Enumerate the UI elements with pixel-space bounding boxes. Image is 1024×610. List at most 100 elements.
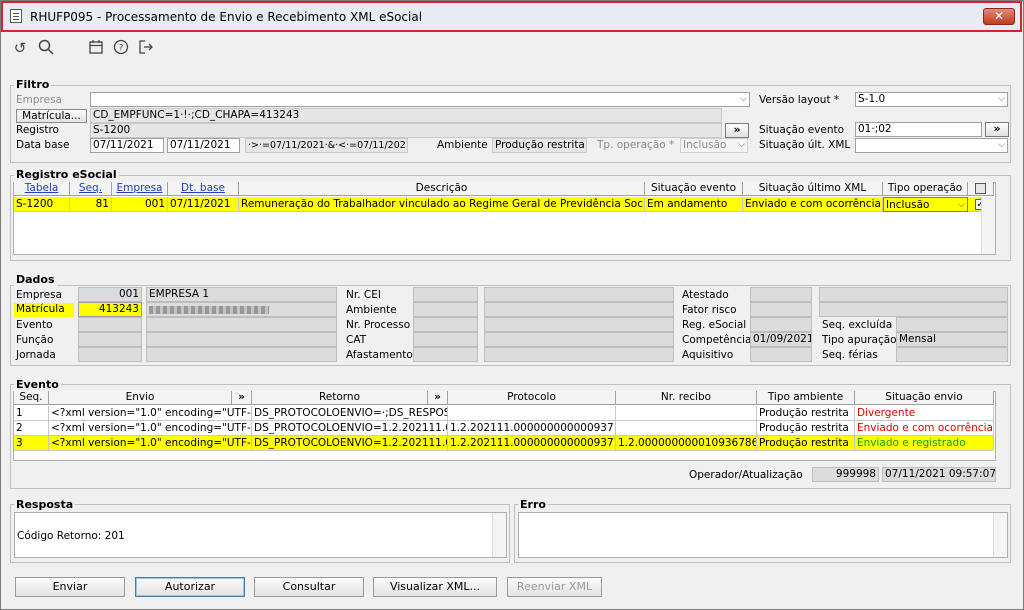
exit-icon[interactable] [137,39,155,57]
matricula-button[interactable]: Matrícula... [16,109,87,123]
row-tipo-operacao-select[interactable]: Inclusão ⌵ [883,197,968,212]
ev-row2-situacao: Enviado e com ocorrência [855,421,994,436]
row-seq: 81 [70,197,112,212]
ev-row2-envio[interactable]: <?xml version="1.0" encoding="UTF-8"?> [49,421,252,436]
chevron-down-icon: ⌵ [958,200,965,210]
ev-row3-protocolo: 1.2.202111.00000000000093712907 [448,436,616,451]
row-empresa: 001 [112,197,168,212]
col-situacao-evento[interactable]: Situação evento [645,182,743,196]
operador-field: 999998 [812,467,879,482]
erro-textarea[interactable] [518,512,1008,558]
document-icon [10,9,22,23]
window-title: RHUFP095 - Processamento de Envio e Rece… [30,10,423,24]
tipo-apuracao-field: Mensal [896,332,1008,347]
ev-row2-retorno[interactable]: DS_PROTOCOLOENVIO=1.2.202111.000 [252,421,448,436]
tp-operacao-select[interactable]: Inclusão ⌵ [680,138,748,153]
dados-funcao-desc [146,332,337,347]
ev-col-retorno[interactable]: Retorno [252,391,428,405]
cat-label: CAT [346,334,367,346]
ev-col-seq[interactable]: Seq. [14,391,49,405]
ev-retorno-expand-button[interactable]: » [428,391,448,405]
ambiente-label: Ambiente [437,139,488,151]
consultar-button[interactable]: Consultar [254,577,364,597]
reenviar-xml-button[interactable]: Reenviar XML [507,577,602,597]
col-seq[interactable]: Seq. [70,182,112,196]
resposta-text: Código Retorno: 201 [17,530,125,542]
col-tabela[interactable]: Tabela [14,182,70,196]
registro-label: Registro [16,124,59,136]
registro-scrollbar[interactable] [981,197,995,254]
erro-scrollbar[interactable] [993,513,1007,557]
ev-row3-situacao: Enviado e registrado [855,436,994,451]
competencia-label: Competência [682,334,752,346]
ev-row3-envio[interactable]: <?xml version="1.0" encoding="UTF-8"?> [49,436,252,451]
redacted-name-blur [149,306,269,314]
chevron-down-icon: ⌵ [998,94,1005,104]
evento-title: Evento [14,378,61,391]
ev-col-situacao[interactable]: Situação envio [855,391,994,405]
calendar-icon[interactable] [87,39,105,57]
visualizar-xml-button[interactable]: Visualizar XML... [373,577,497,597]
row-tabela: S-1200 [14,197,70,212]
ev-row1-protocolo [448,406,616,421]
chevron-down-icon: ⌵ [738,140,745,150]
empresa-select[interactable]: ⌵ [90,92,750,107]
resposta-title: Resposta [14,498,76,511]
col-tipo-operacao[interactable]: Tipo operação [883,182,968,196]
ev-row2-protocolo: 1.2.202111.00000000000093710770 [448,421,616,436]
nr-processo-desc [484,317,674,332]
ev-row1-envio[interactable]: <?xml version="1.0" encoding="UTF-8"?> [49,406,252,421]
seq-excluida-label: Seq. excluída [822,319,893,331]
dados-ambiente-label: Ambiente [346,304,397,316]
registro-more-button[interactable]: » [725,123,749,138]
dados-title: Dados [14,273,57,286]
data-base-start-field[interactable]: 07/11/2021 [90,138,164,153]
filtro-title: Filtro [14,78,52,91]
ev-row2-tipo: Produção restrita [757,421,855,436]
col-empresa[interactable]: Empresa [112,182,168,196]
dados-evento-code [78,317,142,332]
undo-icon[interactable]: ↺ [11,39,29,57]
ev-row3-retorno[interactable]: DS_PROTOCOLOENVIO=1.2.202111.000 [252,436,448,451]
versao-layout-select[interactable]: S-1.0 ⌵ [855,92,1008,107]
col-situacao-xml[interactable]: Situação último XML [743,182,883,196]
afastamento-field [413,347,478,362]
ev-row1-tipo: Produção restrita [757,406,855,421]
search-icon[interactable] [37,39,55,57]
select-all-checkbox[interactable] [975,183,986,194]
tp-operacao-label: Tp. operação * [597,139,675,151]
row-dt-base: 07/11/2021 [168,197,239,212]
enviar-button[interactable]: Enviar [15,577,125,597]
dados-matricula-label: Matrícula [14,303,74,317]
versao-layout-label: Versão layout * [759,94,840,106]
situacao-ult-xml-select[interactable]: ⌵ [855,138,1008,153]
competencia-field: 01/09/2021 [750,332,812,347]
ev-row2-recibo [616,421,757,436]
row-descricao: Remuneração do Trabalhador vinculado ao … [239,197,645,212]
ev-col-protocolo[interactable]: Protocolo [448,391,616,405]
atestado-desc [819,287,1008,302]
registro-field: S-1200 [90,123,722,138]
help-icon[interactable]: ? [112,39,130,57]
dados-jornada-label: Jornada [16,349,56,361]
col-select-all[interactable] [968,182,994,196]
data-base-end-field[interactable]: 07/11/2021 [167,138,240,153]
col-descricao[interactable]: Descrição [239,182,645,196]
resposta-scrollbar[interactable] [492,513,506,557]
nr-processo-label: Nr. Processo [346,319,411,331]
autorizar-button[interactable]: Autorizar [135,577,245,597]
situacao-evento-field[interactable]: 01·;02 [855,122,982,137]
close-button[interactable]: ✕ [983,8,1015,25]
dados-matricula-field: 413243 [78,302,142,317]
ev-row1-retorno[interactable]: DS_PROTOCOLOENVIO=·;DS_RESPOST [252,406,448,421]
ev-envio-expand-button[interactable]: » [232,391,252,405]
dados-funcao-code [78,332,142,347]
situacao-evento-label: Situação evento [759,124,845,136]
svg-text:?: ? [119,44,124,54]
empresa-label: Empresa [16,94,62,106]
ev-col-envio[interactable]: Envio [49,391,232,405]
situacao-evento-more-button[interactable]: » [985,122,1009,137]
ev-col-recibo[interactable]: Nr. recibo [616,391,757,405]
ev-col-tipo-ambiente[interactable]: Tipo ambiente [757,391,855,405]
col-dt-base[interactable]: Dt. base [168,182,239,196]
